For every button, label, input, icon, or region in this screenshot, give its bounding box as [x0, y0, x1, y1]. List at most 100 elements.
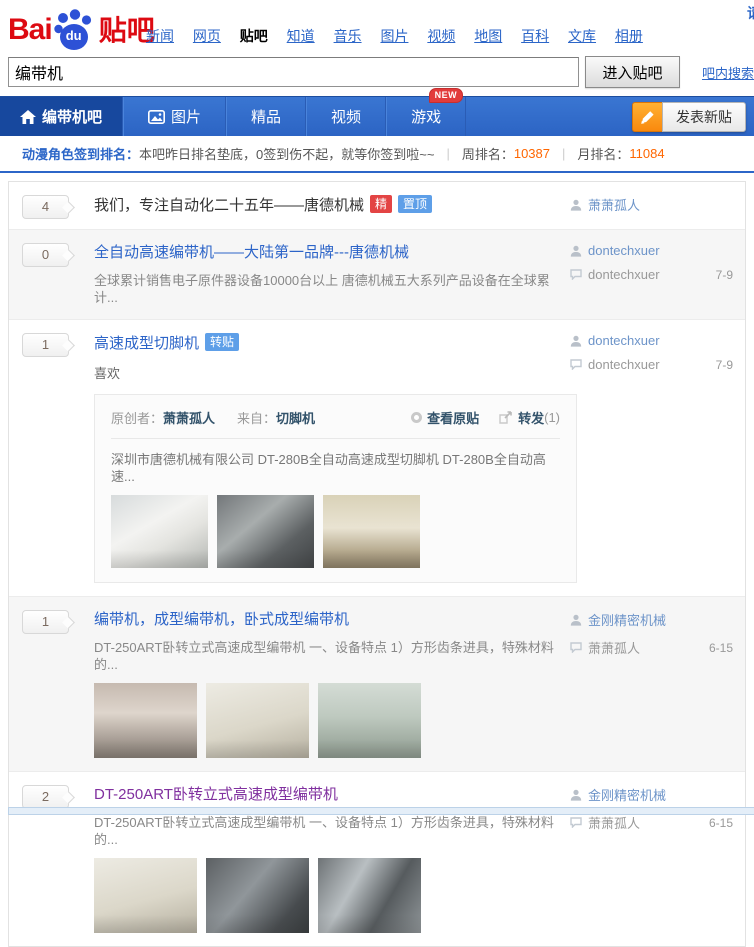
- reply-icon: [570, 269, 582, 280]
- reply-count-bubble[interactable]: 1: [22, 610, 69, 634]
- logo-text-bai: Bai: [8, 10, 52, 50]
- picture-icon: [148, 110, 165, 124]
- tab-video-label: 视频: [331, 106, 361, 127]
- thumbnail-image[interactable]: [94, 683, 197, 758]
- post-new-thread-label: 发表新贴: [662, 102, 746, 132]
- thread-row: 2 DT-250ART卧转立式高速成型编带机 DT-250ART卧转立式高速成型…: [9, 772, 745, 946]
- divider: [111, 438, 560, 439]
- origin-author-link[interactable]: 萧萧孤人: [163, 408, 215, 427]
- thumbnail-image[interactable]: [206, 858, 309, 933]
- nav-link-video[interactable]: 视频: [427, 28, 455, 44]
- thumbnail-image[interactable]: [206, 683, 309, 758]
- forward-icon: [499, 411, 513, 424]
- sign-rank-link[interactable]: 动漫角色签到排名：: [22, 144, 139, 163]
- thread-title-link[interactable]: 我们，专注自动化二十五年——唐德机械: [94, 197, 364, 214]
- inner-search-link[interactable]: 吧内搜索: [702, 63, 754, 82]
- tab-best[interactable]: 精品: [226, 97, 306, 136]
- thumbnail-image[interactable]: [94, 858, 197, 933]
- thread-title-link[interactable]: 全自动高速编带机——大陆第一品牌---唐德机械: [94, 244, 409, 261]
- thread-author-link[interactable]: 金刚精密机械: [588, 785, 666, 804]
- horizontal-scrollbar[interactable]: [8, 807, 754, 815]
- baidu-paw-icon: du: [53, 8, 95, 52]
- last-reply-date: 6-15: [709, 641, 733, 655]
- nav-link-news[interactable]: 新闻: [146, 28, 174, 44]
- thread-author-link[interactable]: 萧萧孤人: [588, 195, 640, 214]
- quoted-preview-text: 深圳市唐德机械有限公司 DT-280B全自动高速成型切脚机 DT-280B全自动…: [111, 451, 560, 485]
- origin-forum-link[interactable]: 切脚机: [276, 411, 315, 426]
- top-navigation: 新闻 网页 贴吧 知道 音乐 图片 视频 地图 百科 文库 相册: [146, 26, 658, 46]
- last-replier: 萧萧孤人: [588, 813, 640, 832]
- thread-row: 1 高速成型切脚机转贴 喜欢 原创者：萧萧孤人 来自：切脚机 查看原贴: [9, 320, 745, 597]
- nav-link-maps[interactable]: 地图: [474, 28, 502, 44]
- top-right-partial-text[interactable]: 请: [747, 3, 754, 23]
- tab-forum-home[interactable]: 编带机吧: [0, 97, 123, 136]
- last-replier: 萧萧孤人: [588, 638, 640, 657]
- thread-author-link[interactable]: dontechxuer: [588, 333, 660, 348]
- tab-games-label: 游戏: [411, 106, 441, 127]
- thread-row: 1 编带机，成型编带机，卧式成型编带机 DT-250ART卧转立式高速成型编带机…: [9, 597, 745, 772]
- thread-preview-text: DT-250ART卧转立式高速成型编带机 一、设备特点 1）方形齿条进具，特殊材…: [94, 814, 560, 848]
- good-thread-badge: 精: [370, 195, 392, 213]
- thumbnail-image[interactable]: [318, 858, 421, 933]
- reply-icon: [570, 817, 582, 828]
- post-new-thread-button[interactable]: 发表新贴: [632, 102, 746, 132]
- tab-pictures-label: 图片: [171, 106, 201, 127]
- last-reply-date: 7-9: [716, 268, 733, 282]
- reply-count-bubble[interactable]: 4: [22, 195, 69, 219]
- search-bar: 进入贴吧 吧内搜索: [8, 56, 754, 88]
- tab-forum-home-label: 编带机吧: [42, 106, 102, 127]
- nav-link-tieba-current[interactable]: 贴吧: [240, 28, 268, 44]
- thread-preview-text: 全球累计销售电子原件器设备10000台以上 唐德机械五大系列产品设备在全球累计.…: [94, 272, 560, 306]
- thread-author-link[interactable]: 金刚精密机械: [588, 610, 666, 629]
- tab-pictures[interactable]: 图片: [123, 97, 226, 136]
- divider: |: [446, 146, 449, 161]
- nav-link-images[interactable]: 图片: [380, 28, 408, 44]
- last-reply-date: 7-9: [716, 358, 733, 372]
- search-input[interactable]: [8, 57, 579, 87]
- nav-link-music[interactable]: 音乐: [334, 28, 362, 44]
- thread-author-link[interactable]: dontechxuer: [588, 243, 660, 258]
- nav-link-zhidao[interactable]: 知道: [287, 28, 315, 44]
- origin-forum-label: 来自：: [237, 411, 276, 426]
- forward-button[interactable]: 转发(1): [499, 408, 560, 427]
- reply-count-bubble[interactable]: 2: [22, 785, 69, 809]
- logo-text-du: du: [61, 25, 87, 46]
- tab-video[interactable]: 视频: [306, 97, 386, 136]
- nav-link-album[interactable]: 相册: [615, 28, 643, 44]
- baidu-tieba-logo[interactable]: Bai du 贴吧: [8, 8, 155, 50]
- month-rank-label: 月排名：: [577, 144, 629, 163]
- author-icon: [570, 199, 582, 211]
- week-rank-label: 周排名：: [462, 144, 514, 163]
- last-reply-date: 6-15: [709, 816, 733, 830]
- thumbnail-image[interactable]: [323, 495, 420, 568]
- page-header: Bai du 贴吧 新闻 网页 贴吧 知道 音乐 图片 视频 地图 百科 文库 …: [0, 0, 754, 96]
- author-icon: [570, 335, 582, 347]
- week-rank-value: 10387: [514, 146, 550, 161]
- nav-link-wenku[interactable]: 文库: [568, 28, 596, 44]
- reply-count-bubble[interactable]: 0: [22, 243, 69, 267]
- reply-count-bubble[interactable]: 1: [22, 333, 69, 357]
- tab-best-label: 精品: [251, 106, 281, 127]
- sign-rank-text: 本吧昨日排名垫底，0签到伤不起，就等你签到啦~~: [139, 144, 434, 163]
- nav-link-web[interactable]: 网页: [193, 28, 221, 44]
- reply-icon: [570, 359, 582, 370]
- repost-quote-box: 原创者：萧萧孤人 来自：切脚机 查看原贴: [94, 394, 577, 583]
- nav-link-baike[interactable]: 百科: [521, 28, 549, 44]
- author-icon: [570, 789, 582, 801]
- thread-title-link[interactable]: 高速成型切脚机: [94, 335, 199, 352]
- thumbnail-image[interactable]: [217, 495, 314, 568]
- thread-row: 0 全自动高速编带机——大陆第一品牌---唐德机械 全球累计销售电子原件器设备1…: [9, 230, 745, 320]
- origin-author-label: 原创者：: [111, 408, 163, 427]
- view-original-icon: [411, 412, 422, 423]
- thumbnail-image[interactable]: [111, 495, 208, 568]
- thread-title-link[interactable]: 编带机，成型编带机，卧式成型编带机: [94, 611, 349, 628]
- thread-title-link[interactable]: DT-250ART卧转立式高速成型编带机: [94, 786, 338, 803]
- divider: |: [562, 146, 565, 161]
- thumbnail-image[interactable]: [318, 683, 421, 758]
- view-original-button[interactable]: 查看原贴: [411, 408, 479, 427]
- tab-games[interactable]: 游戏 NEW: [386, 97, 466, 136]
- thread-row: 4 我们，专注自动化二十五年——唐德机械精置顶 萧萧孤人: [9, 182, 745, 230]
- forum-nav-bar: 编带机吧 图片 精品 视频 游戏 NEW: [0, 96, 754, 136]
- pencil-icon: [632, 102, 662, 132]
- enter-tieba-button[interactable]: 进入贴吧: [585, 56, 680, 88]
